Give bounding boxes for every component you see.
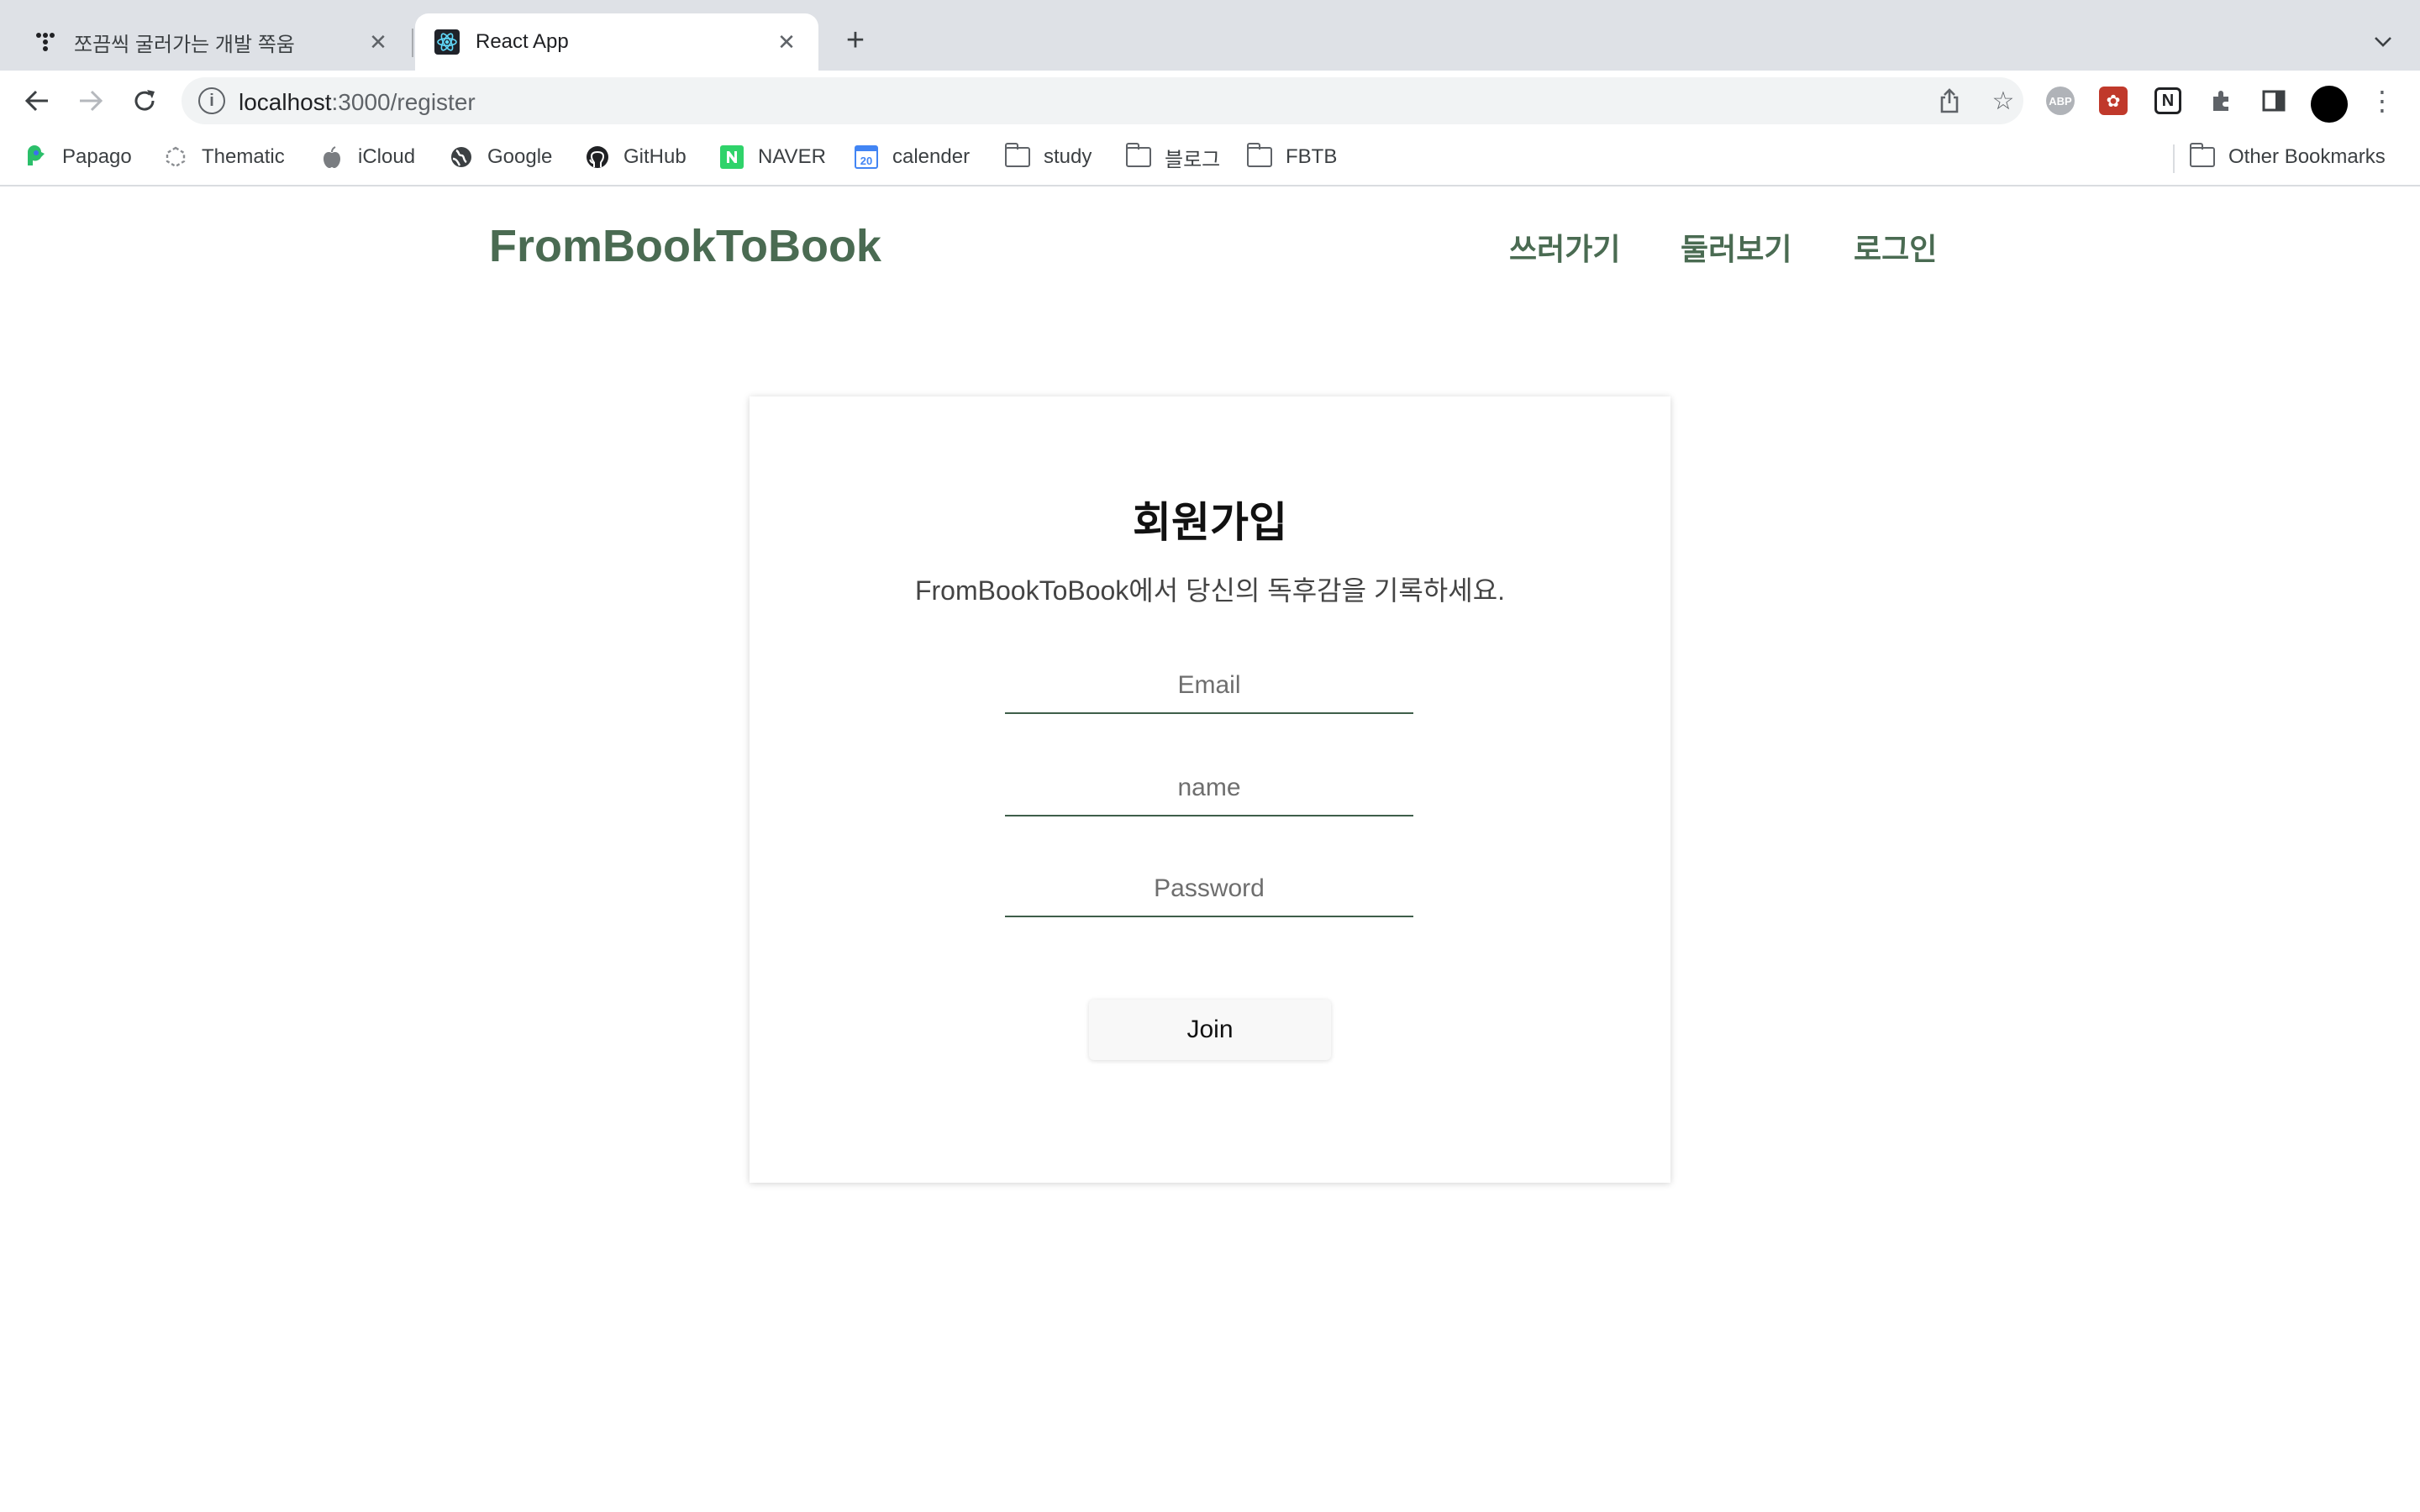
bookmark-label: iCloud <box>358 145 416 168</box>
red-extension-icon[interactable]: ✿ <box>2099 87 2128 115</box>
site-logo[interactable]: FromBookToBook <box>489 220 881 272</box>
share-icon[interactable] <box>1934 86 1965 116</box>
more-menu-icon[interactable]: ⋮ <box>2369 84 2396 118</box>
sidebar-icon[interactable] <box>2257 84 2291 118</box>
chevron-down-icon[interactable] <box>2366 25 2400 59</box>
naver-icon <box>719 144 744 170</box>
folder-icon <box>1246 143 1272 170</box>
tab-strip: 쪼끔씩 굴러가는 개발 쪽움 ✕ React App ✕ + <box>0 0 2420 71</box>
bookmark-label: Papago <box>62 145 132 168</box>
bookmark-google[interactable]: Google <box>449 143 552 171</box>
bookmark-label: Thematic <box>202 145 285 168</box>
bookmark-blog[interactable]: 블로그 <box>1125 143 1221 171</box>
thematic-icon <box>163 144 188 170</box>
info-icon[interactable]: i <box>198 87 225 114</box>
notion-icon[interactable]: N <box>2154 87 2181 114</box>
puzzle-icon[interactable] <box>2205 84 2238 118</box>
password-field[interactable] <box>1005 862 1413 917</box>
github-icon <box>585 144 610 170</box>
forward-arrow-icon[interactable] <box>74 84 108 118</box>
bookmark-label: NAVER <box>758 145 826 168</box>
papago-icon <box>24 144 49 170</box>
bookmark-naver[interactable]: NAVER <box>719 143 826 171</box>
reload-icon[interactable] <box>128 84 161 118</box>
join-button[interactable]: Join <box>1089 1000 1331 1060</box>
tistory-dots-icon <box>32 29 59 55</box>
bookmarks-divider <box>2173 144 2175 173</box>
bookmark-label: 블로그 <box>1165 148 1221 171</box>
site-header: FromBookToBook 쓰러가기 둘러보기 로그인 <box>0 186 2420 312</box>
tab-title: 쪼끔씩 굴러가는 개발 쪽움 <box>74 33 295 56</box>
browser-toolbar: i localhost:3000/register ☆ ABP ✿ N ⋮ <box>0 71 2420 131</box>
url-text: localhost:3000/register <box>239 89 476 115</box>
folder-icon <box>2189 143 2215 170</box>
folder-icon <box>1004 143 1030 170</box>
address-bar[interactable]: i localhost:3000/register ☆ <box>182 77 2023 124</box>
folder-icon <box>1125 143 1151 170</box>
profile-avatar[interactable] <box>2311 86 2348 123</box>
bookmark-icloud[interactable]: iCloud <box>319 143 415 171</box>
react-icon <box>434 29 460 55</box>
bookmark-other[interactable]: Other Bookmarks <box>2189 143 2386 171</box>
close-icon[interactable]: ✕ <box>365 29 392 55</box>
close-icon[interactable]: ✕ <box>773 29 800 55</box>
bookmark-label: Google <box>487 145 553 168</box>
register-card: 회원가입 FromBookToBook에서 당신의 독후감을 기록하세요. Jo… <box>750 396 1670 1183</box>
bookmark-label: study <box>1044 145 1092 168</box>
apple-icon <box>319 144 345 170</box>
bookmark-papago[interactable]: Papago <box>24 143 132 171</box>
bookmarks-bar: Papago Thematic iCloud Google GitHub NAV… <box>0 131 2420 186</box>
nav-write[interactable]: 쓰러가기 <box>1509 225 1620 269</box>
new-tab-button[interactable]: + <box>839 23 872 58</box>
calendar-icon: 20 <box>854 144 879 170</box>
svg-text:20: 20 <box>860 155 872 167</box>
bookmark-label: calender <box>892 145 971 168</box>
adblock-icon[interactable]: ABP <box>2046 87 2075 115</box>
star-icon[interactable]: ☆ <box>1988 86 2018 116</box>
bookmark-thematic[interactable]: Thematic <box>163 143 285 171</box>
bookmark-github[interactable]: GitHub <box>585 143 687 171</box>
nav-login[interactable]: 로그인 <box>1854 225 1937 269</box>
page-subtitle: FromBookToBook에서 당신의 독후감을 기록하세요. <box>914 575 1506 606</box>
bookmark-label: Other Bookmarks <box>2228 145 2386 168</box>
nav-browse[interactable]: 둘러보기 <box>1681 225 1791 269</box>
globe-icon <box>449 144 474 170</box>
tab-blog[interactable]: 쪼끔씩 굴러가는 개발 쪽움 ✕ <box>13 13 410 71</box>
tab-title: React App <box>476 30 569 53</box>
email-field[interactable] <box>1005 659 1413 714</box>
tab-separator <box>412 29 413 57</box>
back-arrow-icon[interactable] <box>20 84 54 118</box>
name-field[interactable] <box>1005 761 1413 816</box>
tab-react-app[interactable]: React App ✕ <box>415 13 818 71</box>
bookmark-study[interactable]: study <box>1004 143 1092 171</box>
bookmark-label: GitHub <box>623 145 687 168</box>
bookmark-fbtb[interactable]: FBTB <box>1246 143 1338 171</box>
page-title: 회원가입 <box>1133 499 1287 546</box>
bookmark-label: FBTB <box>1286 145 1338 168</box>
bookmark-calender[interactable]: 20 calender <box>854 143 970 171</box>
